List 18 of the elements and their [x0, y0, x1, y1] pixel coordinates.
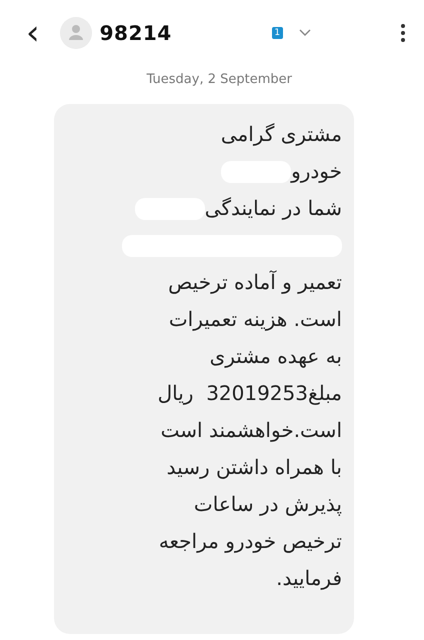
message-line: با همراه داشتن رسید	[166, 454, 342, 478]
back-button[interactable]: ‹	[22, 16, 44, 50]
message-line: است. هزینه تعمیرات	[168, 306, 342, 330]
message-line: خودرو	[291, 158, 342, 182]
message-line: تعمیر و آماده ترخیص	[168, 270, 342, 294]
date-label: Tuesday, 2 September	[146, 71, 293, 89]
message-line: ترخیص خودرو مراجعه	[158, 528, 342, 552]
message-line: فرمایید.	[276, 566, 342, 590]
message-line: به عهده مشتری	[210, 344, 342, 368]
message-line: شما در نمایندگی	[204, 196, 342, 220]
message-line: پذیرش در ساعات	[194, 492, 342, 516]
contact-number: 98214	[100, 20, 172, 47]
message-line: است.خواهشمند است	[160, 418, 342, 442]
sim-badge: 1	[272, 27, 283, 39]
chevron-down-icon[interactable]	[298, 29, 311, 37]
message-line: مشتری گرامی	[220, 122, 342, 146]
message-line: مبلغ32019253 ریال	[158, 380, 342, 404]
menu-icon[interactable]	[400, 23, 406, 43]
